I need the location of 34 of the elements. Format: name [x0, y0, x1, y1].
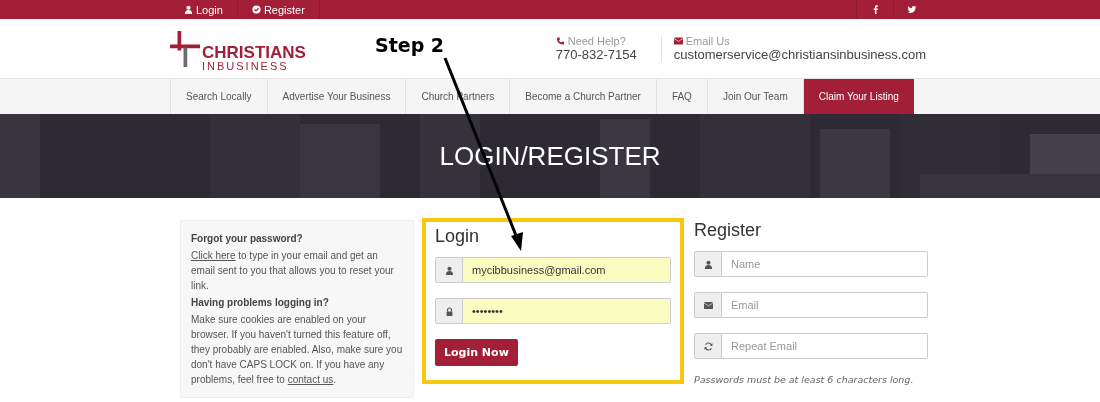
input-field[interactable]: Name: [722, 251, 928, 277]
annotation-label: Step 2: [375, 34, 445, 56]
help-heading: Having problems logging in?: [191, 297, 330, 308]
top-link[interactable]: Login: [170, 0, 238, 19]
contact-label: Email Us: [685, 35, 730, 47]
user-icon: [184, 5, 193, 14]
login-title: Login: [435, 226, 481, 247]
help-heading: Forgot your password?: [191, 233, 304, 244]
input-field[interactable]: Email: [722, 292, 928, 318]
check-circle-icon: [251, 5, 261, 14]
top-link[interactable]: Register: [237, 0, 320, 19]
help-text: Click here to type in your email and get an email sent to you that allows you to reset your link.: [191, 249, 395, 293]
input-field[interactable]: ••••••••: [463, 298, 671, 324]
click-here-link[interactable]: Click here: [191, 250, 236, 261]
contact-value: customerservice@christiansinbusiness.com: [673, 47, 926, 62]
user-icon: [444, 265, 454, 275]
input-field[interactable]: Repeat Email: [722, 333, 928, 359]
register-title: Register: [694, 220, 763, 241]
envelope-icon: [703, 300, 713, 310]
password-note: Passwords must be at least 6 characters long.: [694, 374, 915, 385]
logo-text: CHRISTIANS: [202, 43, 306, 61]
lock-icon: [444, 306, 454, 316]
page-title: LOGIN/REGISTER: [439, 140, 661, 172]
contact-value: 770-832-7154: [555, 47, 637, 62]
envelope-icon: [673, 37, 683, 45]
phone-icon: [555, 37, 565, 45]
input-field[interactable]: mycibbusiness@gmail.com: [463, 257, 671, 283]
refresh-icon: [703, 341, 713, 351]
contact-label: Need Help?: [567, 35, 626, 47]
nav-item[interactable]: Claim Your Listing: [802, 79, 914, 114]
logo-subtext: INBUSINESS: [202, 60, 290, 72]
login-button[interactable]: Login Now: [435, 339, 518, 366]
user-icon: [703, 259, 713, 269]
help-text: Make sure cookies are enabled on your browser. If you haven't turned this feature off, they probably are enabled. Also, make sure you don't have CAPS LOCK on. If you have any problems, feel free to contact us.: [191, 313, 403, 387]
